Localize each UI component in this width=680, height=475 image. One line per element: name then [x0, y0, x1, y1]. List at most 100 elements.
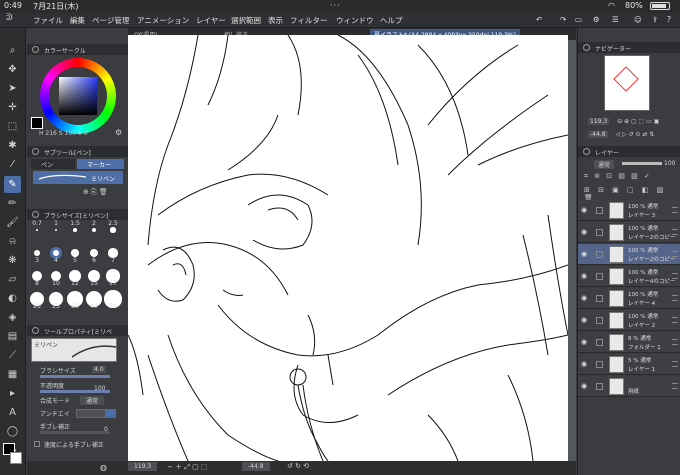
zoom-field[interactable]: 119.3: [128, 462, 158, 471]
layer-lock-checkbox[interactable]: [596, 229, 603, 236]
eraser-icon[interactable]: ▱: [4, 271, 21, 288]
layer-drag-handle[interactable]: [672, 383, 678, 389]
menu-page[interactable]: ページ管理: [92, 15, 129, 26]
layer-opacity-value[interactable]: 100: [664, 160, 675, 167]
layer-row[interactable]: ◉ 100 % 通常 レイヤー 3: [578, 200, 680, 221]
navigator-zoom-row[interactable]: 119.3 ⊖ ⊕ ▢ ⬚ ▭ ▣: [588, 118, 659, 125]
redo-icon[interactable]: ↷: [560, 15, 566, 24]
layer-lock-checkbox[interactable]: [596, 361, 603, 368]
layer-lock-checkbox[interactable]: [596, 317, 603, 324]
visibility-eye-icon[interactable]: ◉: [581, 250, 587, 258]
visibility-eye-icon[interactable]: ◉: [581, 316, 587, 324]
selection-tool-icon[interactable]: ⬚: [4, 118, 21, 135]
layer-drag-handle[interactable]: [672, 317, 678, 323]
navigator-angle-row[interactable]: -44.8 ◁ ▷ ↺ ⊙ ⇄ ⇅: [588, 131, 654, 138]
app-logo-icon[interactable]: ᕲ: [6, 13, 13, 23]
text-tool-icon[interactable]: A: [4, 404, 21, 421]
visibility-eye-icon[interactable]: ◉: [581, 294, 587, 302]
subtool-tab-pen[interactable]: ペン: [31, 159, 75, 169]
eyedropper-icon[interactable]: ⁄: [4, 156, 21, 173]
layer-options-row[interactable]: ⌗ ⊚ ⊡ ▤ ▥ ✓: [584, 172, 652, 181]
layer-lock-checkbox[interactable]: [596, 207, 603, 214]
brush-size-dot[interactable]: [71, 249, 79, 257]
subtool-tab-marker[interactable]: マーカー: [77, 159, 124, 169]
menu-view[interactable]: 表示: [268, 15, 283, 26]
airbrush-icon[interactable]: ⍾: [4, 233, 21, 250]
auto-select-icon[interactable]: ✱: [4, 137, 21, 154]
layer-row[interactable]: ◉ 100 % 通常 レイヤー 2: [578, 310, 680, 331]
layer-drag-handle[interactable]: [672, 361, 678, 367]
visibility-eye-icon[interactable]: ◉: [581, 206, 587, 214]
subtool-header[interactable]: サブツール[ペン]: [27, 146, 128, 157]
layer-row[interactable]: ◉ 100 % 通常 レイヤー4のコピー: [578, 266, 680, 287]
pencil-tool-icon[interactable]: ✏: [4, 195, 21, 212]
layer-lock-checkbox[interactable]: [596, 251, 603, 258]
menu-filter[interactable]: フィルター: [290, 15, 327, 26]
layer-opacity-slider[interactable]: [622, 162, 662, 165]
layer-lock-checkbox[interactable]: [596, 383, 603, 390]
brush-size-dot[interactable]: [89, 248, 99, 258]
undo-icon[interactable]: ↶: [536, 15, 542, 24]
layer-row[interactable]: ◉ 100 % 通常 レイヤー 4: [578, 288, 680, 309]
layer-blend-select[interactable]: 通常: [594, 160, 615, 169]
blend-tool-icon[interactable]: ◐: [4, 290, 21, 307]
layer-drag-handle[interactable]: [672, 339, 678, 345]
drawing-canvas[interactable]: [127, 34, 569, 462]
frame-tool-icon[interactable]: ▦: [4, 366, 21, 383]
color-circle-header[interactable]: カラーサークル: [27, 44, 128, 55]
layer-lock-checkbox[interactable]: [596, 339, 603, 346]
color-settings-icon[interactable]: ⚙: [115, 128, 122, 137]
layer-lock-checkbox[interactable]: [596, 273, 603, 280]
settings-icon[interactable]: ⚙: [593, 15, 600, 24]
layer-drag-handle[interactable]: [672, 229, 678, 235]
zoom-tool-icon[interactable]: ⌕: [4, 42, 21, 59]
rotation-field[interactable]: -44.8: [242, 462, 270, 471]
menu-layer[interactable]: レイヤー: [196, 15, 226, 26]
brush-size-dot[interactable]: [91, 227, 97, 233]
menu-selection[interactable]: 選択範囲: [231, 15, 261, 26]
help-icon[interactable]: ?: [667, 15, 671, 24]
color-square[interactable]: [59, 77, 97, 115]
menu-help[interactable]: ヘルプ: [380, 15, 403, 26]
menu-edit[interactable]: 編集: [70, 15, 85, 26]
subtool-item-millipen[interactable]: ミリペン: [33, 171, 123, 184]
panel-main-color[interactable]: [31, 117, 43, 129]
layer-row[interactable]: ◉ 100 % 通常 レイヤー2のコピー: [578, 244, 680, 265]
figure-tool-icon[interactable]: ⟋: [4, 347, 21, 364]
decoration-icon[interactable]: ❋: [4, 252, 21, 269]
layer-row[interactable]: ◉ 5 % 通常 レイヤー 1: [578, 354, 680, 375]
gradient-icon[interactable]: ▤: [4, 328, 21, 345]
layer-row[interactable]: ◉ 8 % 通常 フォルダー 1: [578, 332, 680, 353]
pen-tool-icon[interactable]: ✎: [4, 176, 21, 193]
layer-drag-handle[interactable]: [672, 273, 678, 279]
navigator-header[interactable]: ナビゲーター: [578, 42, 680, 53]
layer-lock-checkbox[interactable]: [596, 295, 603, 302]
visibility-eye-icon[interactable]: ◉: [581, 360, 587, 368]
operation-tool-icon[interactable]: ➤: [4, 80, 21, 97]
visibility-eye-icon[interactable]: ◉: [581, 272, 587, 280]
subtool-actions[interactable]: ⊕ ⎘ 🗑: [83, 188, 108, 197]
export-icon[interactable]: ⇪: [652, 15, 658, 24]
opacity-value[interactable]: 100: [94, 385, 105, 392]
layout-icon[interactable]: ▭: [575, 15, 582, 24]
layer-panel-header[interactable]: レイヤー: [578, 146, 680, 157]
balloon-tool-icon[interactable]: ◯: [4, 423, 21, 440]
brush-size-header[interactable]: ブラシサイズ[ミリペン]: [27, 209, 128, 220]
move-tool-icon[interactable]: ✥: [4, 61, 21, 78]
layer-drag-handle[interactable]: [672, 207, 678, 213]
brush-size-dot[interactable]: [52, 249, 60, 257]
brush-size-dot[interactable]: [110, 227, 116, 233]
blend-mode-select[interactable]: 通常: [80, 396, 105, 405]
fill-tool-icon[interactable]: ◈: [4, 309, 21, 326]
visibility-eye-icon[interactable]: ◉: [581, 338, 587, 346]
brush-size-dot[interactable]: [36, 229, 38, 231]
layer-drag-handle[interactable]: [672, 295, 678, 301]
layer-move-icon[interactable]: ✛: [4, 99, 21, 116]
menu-more-icon[interactable]: ☰: [612, 15, 619, 24]
brush-size-dot[interactable]: [73, 228, 77, 232]
tool-property-header[interactable]: ツールプロパティ[ミリペ: [27, 325, 128, 336]
brush-size-dot[interactable]: [54, 228, 58, 232]
visibility-eye-icon[interactable]: ◉: [581, 228, 587, 236]
rotate-controls[interactable]: ↺ ↻ ⟲: [287, 462, 309, 470]
color-wheel[interactable]: [40, 58, 116, 134]
